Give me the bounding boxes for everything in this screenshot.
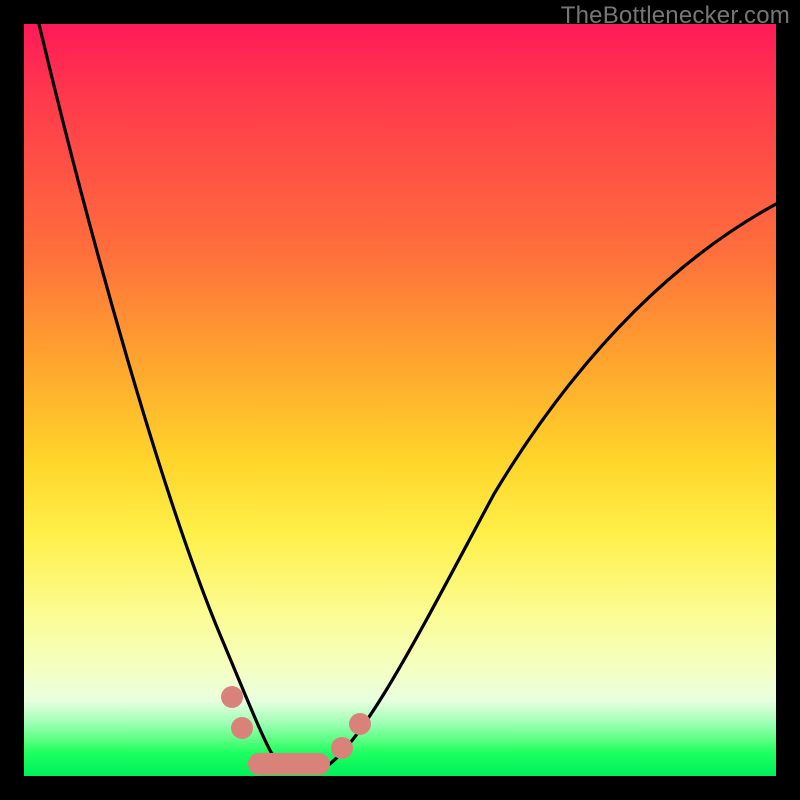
plot-area <box>24 24 776 776</box>
curve-marker <box>331 737 353 759</box>
curve-layer <box>24 24 776 776</box>
curve-marker <box>231 717 253 739</box>
curve-marker <box>221 686 243 708</box>
curve-marker <box>349 713 371 735</box>
trough-marker <box>248 753 330 775</box>
bottleneck-curve <box>39 24 776 768</box>
chart-frame: TheBottlenecker.com <box>0 0 800 800</box>
